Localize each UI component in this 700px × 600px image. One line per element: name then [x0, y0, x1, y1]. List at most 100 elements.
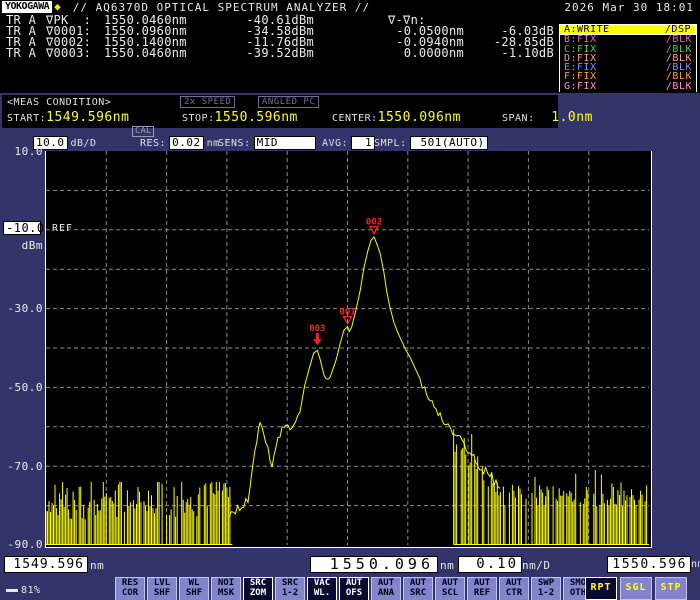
softkey-aut-src[interactable]: AUTSRC: [403, 577, 433, 600]
softkey-aut-scl[interactable]: AUTSCL: [435, 577, 465, 600]
center-wavelength-box[interactable]: 1550.096: [310, 556, 438, 573]
span-label: SPAN:: [502, 113, 535, 124]
softkey-label-bottom: CTR: [500, 589, 528, 599]
softkey-label-bottom: SHF: [180, 589, 208, 599]
connector-badge: ANGLED PC: [258, 96, 319, 108]
ref-level-value: -10.0: [3, 221, 41, 235]
softkey-label-bottom: ANA: [372, 589, 400, 599]
softkey-wl-shf[interactable]: WLSHF: [179, 577, 209, 600]
trace-a-envelope: [229, 237, 500, 517]
peak-marker-003: 003: [309, 324, 325, 345]
softkey-aut-ofs[interactable]: AUTOFS: [339, 577, 369, 600]
meas-condition-panel: <MEAS CONDITION> 2x SPEED ANGLED PC STAR…: [2, 95, 558, 128]
softkey-swp-1-2[interactable]: SWP1-2: [531, 577, 561, 600]
softkey-label-bottom: 1-2: [276, 589, 304, 599]
marker-arrow-head: [313, 339, 322, 345]
softkey-src-1-2[interactable]: SRC1-2: [275, 577, 305, 600]
softkey-lvl-shf[interactable]: LVLSHF: [147, 577, 177, 600]
average-label: AVG:: [322, 138, 348, 149]
sensitivity-setting: SENS: MID: [218, 136, 316, 150]
softkey-aut-ctr[interactable]: AUTCTR: [499, 577, 529, 600]
y-axis-max-label: 10.0: [3, 145, 43, 158]
spectrum-plot: 001 002 003: [45, 151, 652, 548]
trace-info-panel: TR A∇PK :1550.0460nm-40.61dBmTR A∇0001:1…: [0, 14, 700, 93]
spectrum-svg: 001 002 003: [46, 151, 649, 545]
trace-legend-row: G:FIX/BLK: [560, 82, 696, 91]
span-value: 1.0nm: [535, 110, 593, 125]
softkey-src-zom[interactable]: SRCZOM: [243, 577, 273, 600]
average-value[interactable]: 1: [351, 136, 375, 150]
peak-marker-002: 002: [366, 218, 382, 234]
sampling-setting: SMPL: 501(AUTO): [374, 136, 488, 150]
marker-arrow-stem: [316, 333, 319, 340]
resolution-value[interactable]: 0.02: [169, 136, 204, 150]
ref-level-box[interactable]: -10.0: [3, 221, 41, 235]
meas-condition-title: <MEAS CONDITION>: [7, 97, 111, 108]
softkey-label-bottom: MSK: [212, 589, 240, 599]
marker-delta_wl: 0.0000nm: [314, 48, 464, 59]
marker-table-row: TR A∇0003:1550.0460nm-39.52dBm0.0000nm-1…: [6, 48, 554, 59]
softkey-label-bottom: 1-2: [532, 589, 560, 599]
stop-value: 1550.596nm: [215, 110, 298, 125]
level-scale-unit: dB/D: [71, 138, 97, 149]
sweep-key-stp[interactable]: STP: [655, 577, 687, 600]
stop-field: STOP: 1550.596nm: [182, 110, 298, 125]
memory-indicator: 81%: [6, 585, 41, 596]
softkey-label-bottom: COR: [116, 589, 144, 599]
sensitivity-value[interactable]: MID: [254, 136, 316, 150]
softkey-label-bottom: ZOM: [244, 589, 272, 599]
datetime: 2026 Mar 30 18:01: [564, 1, 694, 14]
y-axis-label: -30.0: [3, 302, 43, 315]
osa-screen: YOKOGAWA ◆ // AQ6370D OPTICAL SPECTRUM A…: [0, 0, 700, 600]
span-field: SPAN: 1.0nm: [502, 110, 593, 125]
marker-level: -39.52dBm: [224, 48, 314, 59]
delta-header: ∇-∇n:: [388, 15, 426, 26]
marker-delta_lvl: -1.10dB: [464, 48, 554, 59]
softkey-label-bottom: SRC: [404, 589, 432, 599]
trace-legend-name: G:FIX: [564, 82, 597, 91]
stop-label: STOP:: [182, 113, 215, 124]
center-field: CENTER: 1550.096nm: [332, 110, 461, 125]
trace-noise-floor: [46, 429, 647, 544]
stop-wavelength-box[interactable]: 1550.596: [607, 556, 691, 573]
ref-line-label: REF: [52, 223, 73, 234]
trace-legend-mode: /DSP: [665, 25, 691, 34]
softkey-label-bottom: SCL: [436, 589, 464, 599]
softkey-aut-ref[interactable]: AUTREF: [467, 577, 497, 600]
softkey-aut-ana[interactable]: AUTANA: [371, 577, 401, 600]
start-wavelength-box[interactable]: 1549.596: [4, 556, 88, 573]
start-wavelength-unit: nm: [90, 559, 104, 572]
settings-row: CAL 10.0 dB/D RES: 0.02 nm SENS: MID AVG…: [0, 128, 700, 151]
header-bar: YOKOGAWA ◆ // AQ6370D OPTICAL SPECTRUM A…: [0, 0, 700, 14]
softkey-vac-wl-[interactable]: VACWL.: [307, 577, 337, 600]
softkey-label-bottom: OFS: [340, 589, 368, 599]
start-field: START: 1549.596nm: [7, 110, 129, 125]
resolution-label: RES:: [140, 138, 166, 149]
center-wavelength-unit: nm: [440, 559, 454, 572]
softkey-noi-msk[interactable]: NOIMSK: [211, 577, 241, 600]
y-axis-label: -90.0: [3, 538, 43, 551]
trace-legend-name: A:WRITE: [564, 25, 610, 34]
trace-legend-mode: /BLK: [666, 82, 692, 91]
center-label: CENTER:: [332, 113, 378, 124]
x-scale-box[interactable]: 0.10: [458, 556, 522, 573]
softkey-label-bottom: REF: [468, 589, 496, 599]
sweep-key-sgl[interactable]: SGL: [620, 577, 652, 600]
sampling-value[interactable]: 501(AUTO): [410, 136, 488, 150]
x-scale-unit: nm/D: [522, 559, 551, 572]
app-title: // AQ6370D OPTICAL SPECTRUM ANALYZER //: [73, 1, 370, 14]
sweep-key-rpt[interactable]: RPT: [585, 577, 617, 600]
marker-id-label: 002: [366, 218, 382, 228]
y-axis-unit: dBm: [3, 239, 43, 252]
marker-id-label: 003: [309, 324, 325, 334]
sampling-label: SMPL:: [374, 138, 407, 149]
average-setting: AVG: 1: [322, 136, 375, 150]
marker-id-label: 001: [339, 308, 355, 318]
softkey-res-cor[interactable]: RESCOR: [115, 577, 145, 600]
y-axis-label: -70.0: [3, 460, 43, 473]
stop-wavelength-unit: nm: [691, 559, 700, 570]
softkey-toolbar: RESCORLVLSHFWLSHFNOIMSKSRCZOMSRC1-2VACWL…: [115, 577, 593, 600]
start-value: 1549.596nm: [46, 110, 129, 125]
memory-bar-icon: [6, 589, 18, 592]
trace-legend: A:WRITE/DSPB:FIX/BLKC:FIX/BLKD:FIX/BLKE:…: [559, 24, 697, 92]
